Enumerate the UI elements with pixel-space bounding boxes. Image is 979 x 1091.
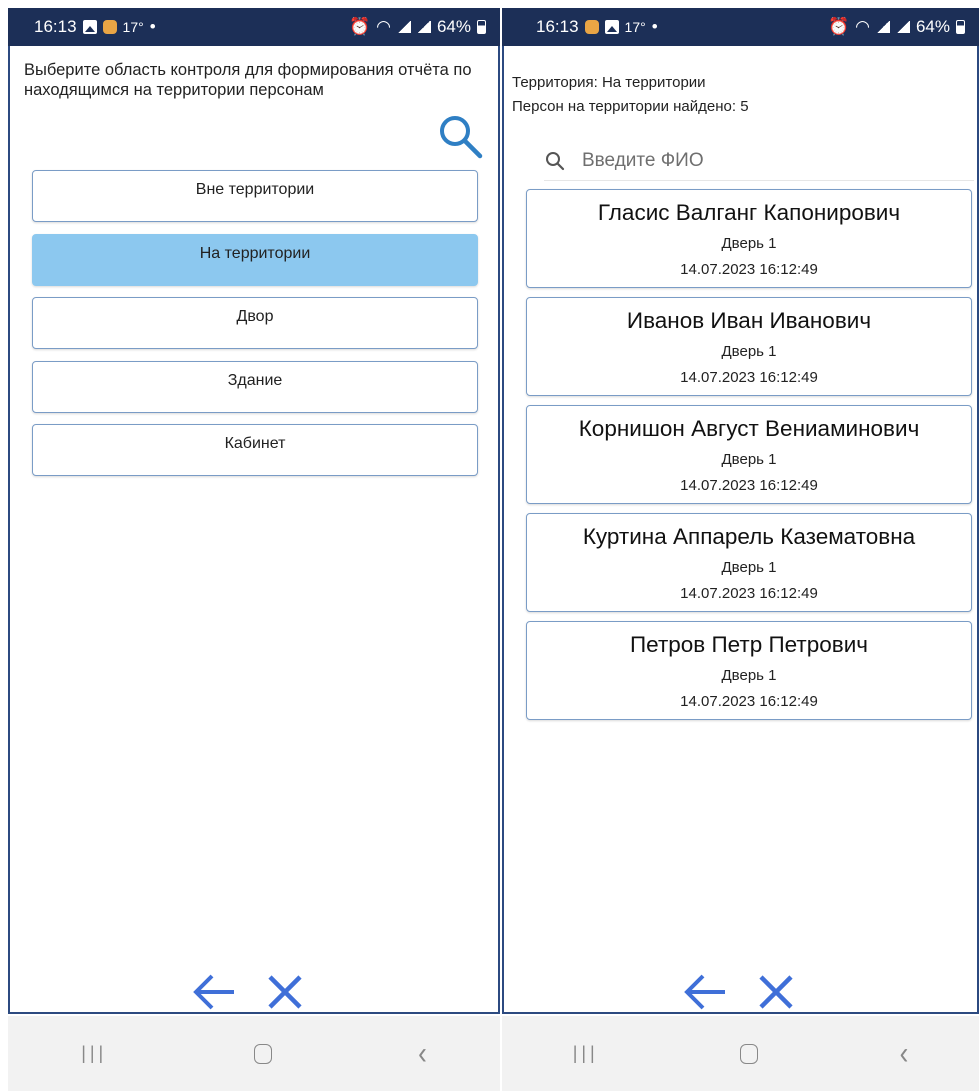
person-list-screen: Территория: На территории Персон на терр…: [502, 46, 979, 1014]
battery-percent: 64%: [915, 17, 950, 36]
signal-icon: [396, 21, 411, 33]
person-name: Петров Петр Петрович: [630, 632, 868, 657]
app-icon: [102, 20, 117, 34]
alarm-icon: ⏰: [348, 17, 371, 36]
battery-icon: [477, 20, 486, 34]
status-time: 16:13: [536, 17, 579, 36]
battery-icon: [956, 20, 965, 34]
wifi-icon: ◠: [376, 17, 391, 36]
gallery-icon: [82, 20, 97, 34]
zone-label: Двор: [236, 308, 274, 325]
zone-button-building[interactable]: Здание: [32, 360, 478, 413]
person-door: Дверь 1: [721, 451, 777, 468]
search-icon: [546, 152, 565, 171]
person-time: 14.07.2023 16:12:49: [680, 477, 818, 494]
person-name: Куртина Аппарель Казематовна: [582, 524, 916, 549]
status-bar: 16:13 17° • ⏰ ◠ 64%: [8, 8, 500, 46]
back-arrow-icon[interactable]: [683, 972, 727, 1012]
person-card[interactable]: Корнишон Август Вениаминович Дверь 1 14.…: [526, 405, 972, 504]
recent-apps-icon[interactable]: |||: [81, 1043, 107, 1064]
zone-button-yard[interactable]: Двор: [32, 297, 478, 349]
person-list: Гласис Валганг Капонирович Дверь 1 14.07…: [526, 189, 972, 729]
person-door: Дверь 1: [721, 343, 777, 360]
gallery-icon: [604, 20, 619, 34]
zone-button-outside[interactable]: Вне территории: [32, 170, 478, 222]
zone-label: Здание: [227, 371, 283, 389]
notification-dot-icon: •: [651, 17, 658, 36]
system-nav-bar: ||| ‹: [8, 1016, 500, 1091]
person-time: 14.07.2023 16:12:49: [680, 693, 818, 710]
notification-dot-icon: •: [149, 17, 156, 36]
bottom-actions: [192, 972, 304, 1012]
person-time: 14.07.2023 16:12:49: [680, 261, 818, 278]
system-back-icon[interactable]: ‹: [418, 1035, 427, 1072]
person-time: 14.07.2023 16:12:49: [680, 585, 818, 602]
person-card[interactable]: Куртина Аппарель Казематовна Дверь 1 14.…: [526, 513, 972, 612]
person-name: Иванов Иван Иванович: [626, 308, 872, 333]
status-temperature: 17°: [122, 19, 144, 35]
status-bar: 16:13 17° • ⏰ ◠ 64%: [502, 8, 979, 46]
app-icon: [584, 20, 599, 34]
wifi-icon: ◠: [855, 17, 870, 36]
territory-label: Территория: На территории: [512, 74, 706, 91]
signal-icon: [875, 21, 890, 33]
search-icon[interactable]: [436, 112, 484, 160]
back-arrow-icon[interactable]: [192, 972, 236, 1012]
zone-label: Кабинет: [224, 435, 286, 452]
person-door: Дверь 1: [721, 559, 777, 576]
person-card[interactable]: Петров Петр Петрович Дверь 1 14.07.2023 …: [526, 621, 972, 720]
found-count-label: Персон на территории найдено: 5: [512, 98, 749, 115]
system-nav-bar: ||| ‹: [502, 1016, 979, 1091]
bottom-actions: [683, 972, 795, 1012]
left-phone-screen: 16:13 17° • ⏰ ◠ 64% Выберите область кон…: [0, 0, 500, 1091]
instruction-text: Выберите область контроля для формирован…: [24, 61, 472, 99]
signal-icon: [416, 21, 431, 33]
status-temperature: 17°: [624, 19, 646, 35]
zone-list: Вне территории На территории Двор Здание…: [32, 170, 478, 488]
zone-select-screen: Выберите область контроля для формирован…: [8, 46, 500, 1014]
search-input[interactable]: [580, 149, 944, 173]
person-time: 14.07.2023 16:12:49: [680, 369, 818, 386]
person-name: Гласис Валганг Капонирович: [597, 200, 901, 225]
system-back-icon[interactable]: ‹: [900, 1035, 909, 1072]
home-icon[interactable]: [740, 1043, 759, 1064]
status-time: 16:13: [34, 17, 77, 36]
zone-label: На территории: [199, 244, 311, 262]
zone-label: Вне территории: [195, 181, 315, 198]
close-icon[interactable]: [757, 973, 795, 1011]
zone-button-office[interactable]: Кабинет: [32, 424, 478, 476]
search-bar[interactable]: [544, 142, 974, 181]
person-door: Дверь 1: [721, 235, 777, 252]
signal-icon: [895, 21, 910, 33]
alarm-icon: ⏰: [827, 17, 850, 36]
person-card[interactable]: Гласис Валганг Капонирович Дверь 1 14.07…: [526, 189, 972, 288]
recent-apps-icon[interactable]: |||: [573, 1043, 599, 1064]
close-icon[interactable]: [266, 973, 304, 1011]
zone-button-on-territory[interactable]: На территории: [32, 233, 478, 286]
person-name: Корнишон Август Вениаминович: [578, 416, 920, 441]
right-phone-screen: 16:13 17° • ⏰ ◠ 64% Территория: На терри…: [500, 0, 979, 1091]
person-card[interactable]: Иванов Иван Иванович Дверь 1 14.07.2023 …: [526, 297, 972, 396]
home-icon[interactable]: [253, 1043, 272, 1064]
battery-percent: 64%: [436, 17, 471, 36]
person-door: Дверь 1: [721, 667, 777, 684]
